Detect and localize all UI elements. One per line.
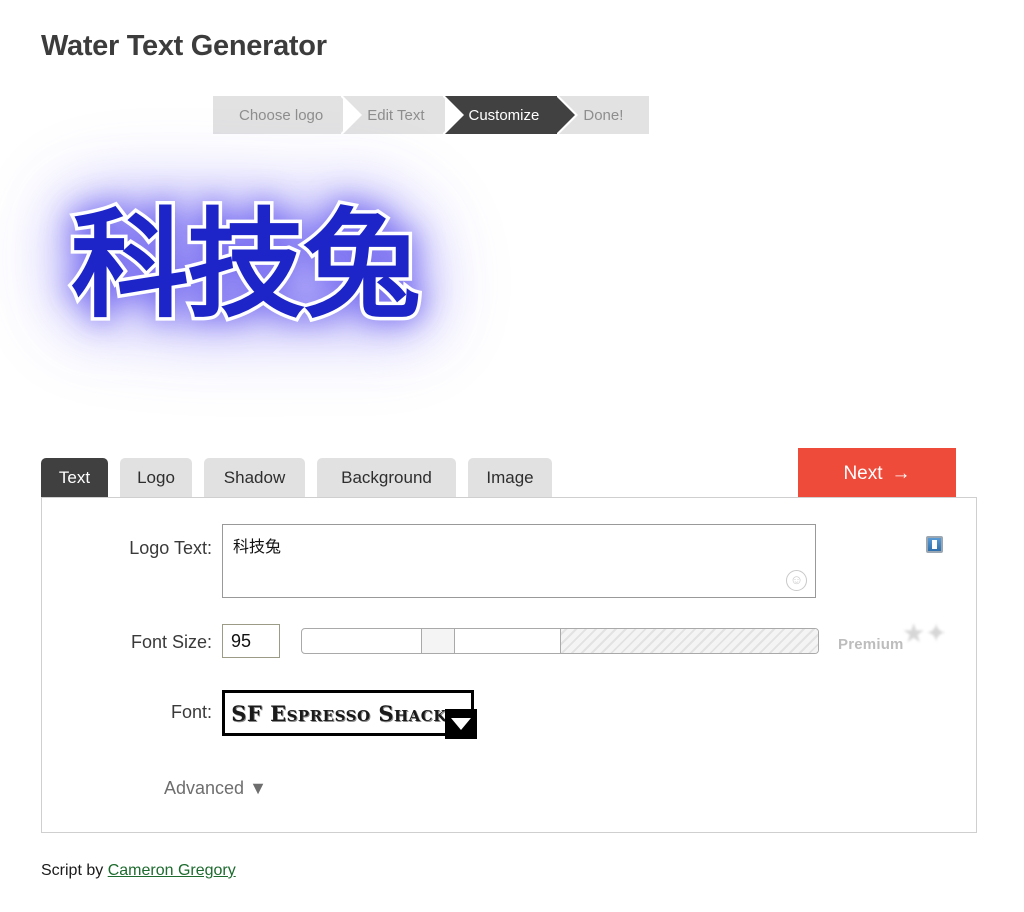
emoji-picker-icon[interactable]: ☺ <box>786 570 807 591</box>
next-button-label: Next <box>843 463 883 484</box>
logo-text-label: Logo Text: <box>129 538 212 558</box>
advanced-label: Advanced <box>164 778 245 798</box>
step-notch-icon <box>343 96 363 134</box>
tab-shadow[interactable]: Shadow <box>204 458 305 498</box>
step-label: Choose logo <box>239 106 324 124</box>
tab-label: Logo <box>137 468 175 487</box>
font-select-value: SF Espresso Shack <box>231 700 447 726</box>
font-label: Font: <box>170 702 212 722</box>
step-label: Done! <box>583 106 624 124</box>
author-link[interactable]: Cameron Gregory <box>108 862 236 879</box>
tab-image[interactable]: Image <box>468 458 552 498</box>
tab-label: Text <box>58 468 91 487</box>
premium-label: Premium <box>838 636 904 653</box>
tab-logo[interactable]: Logo <box>120 458 192 498</box>
font-row: Font: SF Espresso Shack <box>42 690 976 739</box>
tab-text[interactable]: Text <box>41 458 108 498</box>
slider-premium-region <box>560 629 818 653</box>
arrow-right-icon: → <box>891 463 911 484</box>
footer: Script by Cameron Gregory <box>41 862 236 880</box>
step-customize[interactable]: Customize <box>444 96 576 134</box>
slider-handle[interactable] <box>420 629 455 653</box>
advanced-toggle[interactable]: Advanced ▼ <box>164 778 267 799</box>
step-arrow-icon <box>556 96 576 134</box>
caret-down-icon: ▼ <box>249 778 267 798</box>
step-notch-icon <box>444 96 464 134</box>
step-edit-text[interactable]: Edit Text <box>343 96 461 134</box>
font-size-row: Font Size: Premium ★✦ <box>42 618 976 664</box>
logo-preview-text: 科技兔 <box>67 196 424 334</box>
chevron-down-icon[interactable] <box>445 709 477 739</box>
tab-bar: Text Logo Shadow Background Image Next → <box>41 448 977 500</box>
page-title: Water Text Generator <box>41 30 327 62</box>
logo-text-input[interactable] <box>223 525 815 597</box>
footer-prefix: Script by <box>41 862 108 879</box>
font-size-input[interactable] <box>222 624 280 658</box>
tab-label: Image <box>486 468 534 487</box>
logo-preview: 科技兔 <box>41 175 561 405</box>
step-label: Customize <box>468 106 540 124</box>
tab-label: Background <box>341 468 432 487</box>
font-size-label: Font Size: <box>130 632 212 652</box>
tab-background[interactable]: Background <box>317 458 456 498</box>
step-choose-logo[interactable]: Choose logo <box>213 96 360 134</box>
stars-icon: ★✦ <box>902 618 948 648</box>
tab-label: Shadow <box>223 468 286 487</box>
next-button[interactable]: Next → <box>798 448 956 500</box>
font-select[interactable]: SF Espresso Shack <box>222 690 477 739</box>
logo-text-row: Logo Text: ☺ <box>42 524 976 600</box>
logo-text-field-wrapper: ☺ <box>222 524 816 598</box>
settings-panel: Logo Text: ☺ Font Size: Premium ★✦ Font:… <box>41 497 977 833</box>
save-icon[interactable] <box>926 536 943 553</box>
font-size-slider[interactable] <box>301 628 819 654</box>
step-label: Edit Text <box>367 106 425 124</box>
breadcrumb: Choose logo Edit Text Customize Done! <box>213 96 651 134</box>
